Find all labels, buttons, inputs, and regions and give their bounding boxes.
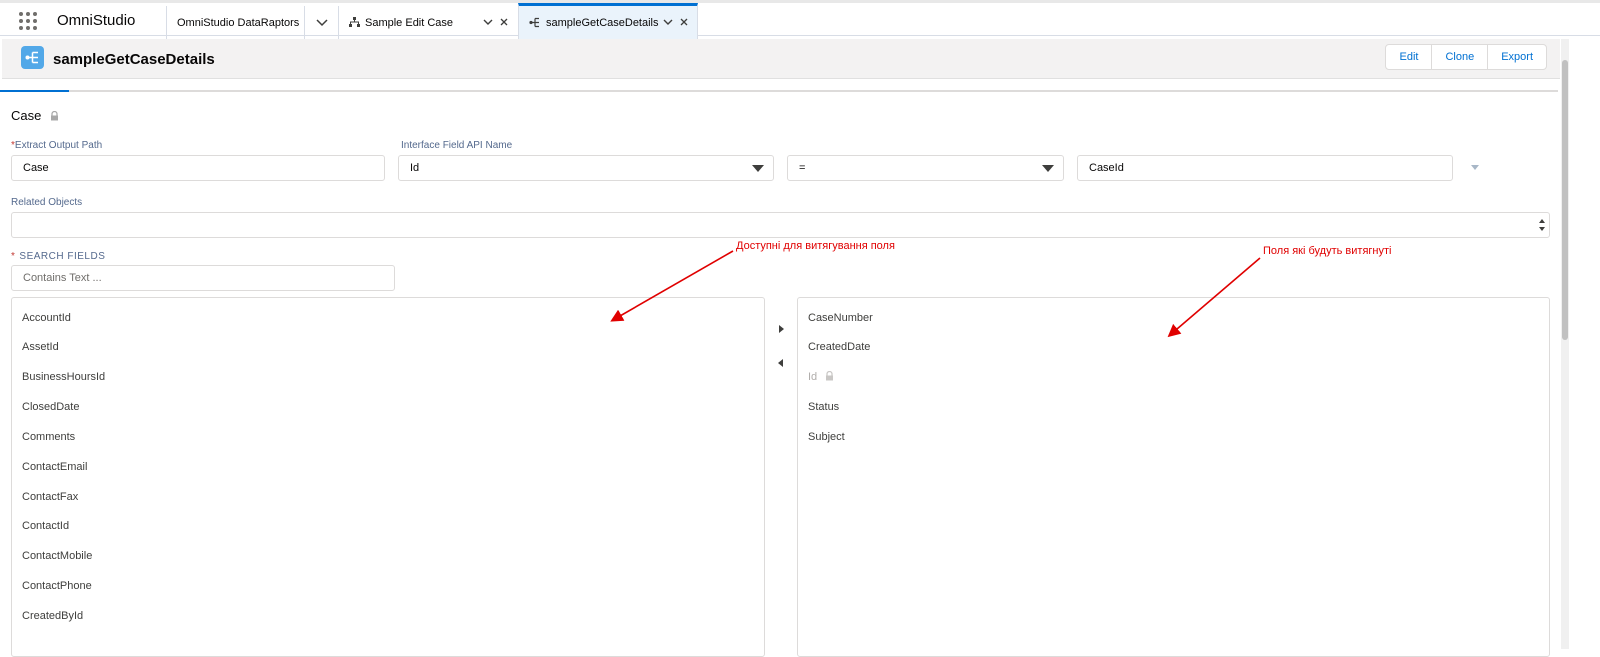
list-item[interactable]: Comments — [22, 431, 75, 443]
list-item[interactable]: AccountId — [22, 312, 71, 324]
header-button-group: Edit Clone Export — [1385, 44, 1547, 70]
list-item[interactable]: ContactFax — [22, 491, 78, 503]
close-icon[interactable] — [500, 18, 508, 26]
related-objects-select[interactable] — [11, 212, 1550, 238]
subtab-bar — [0, 90, 1558, 92]
label-text: SEARCH FIELDS — [19, 251, 106, 262]
select-value: Id — [410, 162, 420, 174]
input-value: CaseId — [1089, 162, 1124, 174]
search-fields-input[interactable]: Contains Text ... — [11, 265, 395, 291]
dataraptor-object-icon — [21, 46, 44, 69]
list-item[interactable]: ContactPhone — [22, 580, 92, 592]
tab-sample-edit-case[interactable]: Sample Edit Case — [338, 6, 518, 39]
dropdown-caret-icon — [1042, 165, 1054, 172]
active-subtab-indicator[interactable] — [0, 90, 69, 92]
move-left-arrow-icon[interactable] — [778, 359, 783, 367]
object-name: Case — [11, 108, 42, 123]
dropdown-caret-icon — [752, 165, 764, 172]
list-item[interactable]: CreatedDate — [808, 341, 870, 353]
app-name: OmniStudio — [57, 12, 136, 29]
global-nav-bar: OmniStudio OmniStudio DataRaptors Sample… — [0, 0, 1600, 39]
close-icon[interactable] — [680, 18, 688, 26]
lock-icon — [50, 111, 58, 121]
interface-field-select[interactable]: Id — [398, 155, 774, 181]
lock-icon — [826, 371, 834, 381]
available-fields-listbox[interactable]: AccountId AssetId BusinessHoursId Closed… — [11, 297, 765, 657]
chevron-down-icon[interactable] — [663, 19, 673, 26]
filter-options-caret-icon[interactable] — [1471, 165, 1479, 170]
input-value: Case — [23, 162, 49, 174]
list-item[interactable]: ClosedDate — [22, 401, 79, 413]
extract-output-path-label: *Extract Output Path — [11, 140, 102, 151]
clone-button[interactable]: Clone — [1431, 45, 1487, 69]
tab-omnistudio-dataraptors[interactable]: OmniStudio DataRaptors — [166, 6, 304, 39]
required-mark: * — [11, 251, 16, 262]
selected-fields-listbox[interactable]: CaseNumber CreatedDate Id Status Subject — [797, 297, 1550, 657]
input-placeholder: Contains Text ... — [23, 272, 102, 284]
filter-value-input[interactable]: CaseId — [1077, 155, 1453, 181]
search-fields-label: * SEARCH FIELDS — [11, 251, 105, 262]
export-button[interactable]: Export — [1487, 45, 1546, 69]
list-item[interactable]: CreatedById — [22, 610, 83, 622]
list-item[interactable]: BusinessHoursId — [22, 371, 105, 383]
up-down-arrows-icon — [1539, 219, 1545, 231]
label-text: Extract Output Path — [14, 140, 103, 151]
select-value: = — [799, 162, 806, 174]
extract-output-path-input[interactable]: Case — [11, 155, 385, 181]
tab-label: Sample Edit Case — [365, 16, 454, 29]
related-objects-label: Related Objects — [11, 197, 83, 208]
edit-button[interactable]: Edit — [1386, 45, 1431, 69]
object-label: Case — [11, 108, 59, 123]
operator-select[interactable]: = — [787, 155, 1064, 181]
list-item[interactable]: ContactEmail — [22, 461, 87, 473]
list-item[interactable]: Status — [808, 401, 839, 413]
chevron-down-icon — [315, 18, 328, 26]
list-item[interactable]: CaseNumber — [808, 312, 873, 324]
list-item-locked: Id — [808, 371, 834, 383]
record-header: sampleGetCaseDetails Edit Clone Export — [2, 39, 1560, 79]
list-item[interactable]: ContactMobile — [22, 550, 92, 562]
tab-samplegetcasedetails[interactable]: sampleGetCaseDetails — [518, 3, 698, 39]
scrollbar-thumb[interactable] — [1562, 60, 1568, 340]
list-item[interactable]: Subject — [808, 431, 845, 443]
dataraptor-icon — [529, 17, 539, 28]
list-item-label: Id — [808, 371, 818, 383]
list-item[interactable]: ContactId — [22, 520, 69, 532]
app-launcher-waffle-icon[interactable] — [19, 12, 37, 30]
nav-menu-button[interactable] — [304, 6, 338, 39]
annotation-selected-fields: Поля які будуть витягнуті — [1263, 245, 1392, 257]
tab-label: OmniStudio DataRaptors — [177, 16, 300, 29]
page-title: sampleGetCaseDetails — [53, 51, 215, 68]
hierarchy-icon — [349, 17, 360, 27]
move-right-arrow-icon[interactable] — [779, 325, 784, 333]
tab-label: sampleGetCaseDetails — [546, 16, 659, 29]
list-item[interactable]: AssetId — [22, 341, 59, 353]
interface-field-label: Interface Field API Name — [401, 140, 513, 151]
annotation-available-fields: Доступні для витягування поля — [736, 240, 895, 252]
chevron-down-icon[interactable] — [483, 19, 493, 26]
